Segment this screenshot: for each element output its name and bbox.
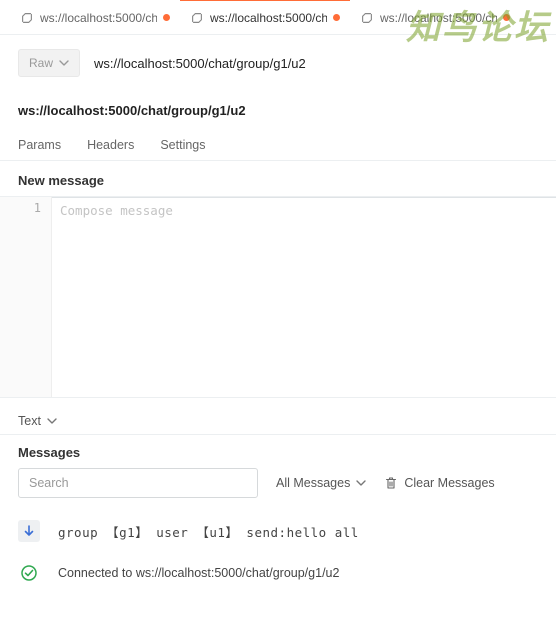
websocket-icon (190, 11, 204, 25)
chevron-down-icon (356, 478, 366, 488)
trash-icon (384, 476, 398, 490)
message-row[interactable]: Connected to ws://localhost:5000/chat/gr… (0, 552, 556, 594)
messages-title: Messages (0, 434, 556, 468)
request-bar: Raw ws://localhost:5000/chat/group/g1/u2 (0, 35, 556, 85)
filter-label: All Messages (276, 476, 350, 490)
url-display[interactable]: ws://localhost:5000/chat/group/g1/u2 (94, 56, 306, 71)
body-type-dropdown[interactable]: Text (18, 414, 57, 428)
chevron-down-icon (47, 416, 57, 426)
method-label: Raw (29, 56, 53, 70)
websocket-icon (20, 11, 34, 25)
tab-headers[interactable]: Headers (87, 138, 134, 160)
tab-ws-2[interactable]: ws://localhost:5000/ch (180, 0, 350, 34)
request-subtabs: Params Headers Settings (0, 128, 556, 161)
editor-placeholder: Compose message (60, 203, 173, 218)
tab-label: ws://localhost:5000/ch (40, 11, 157, 25)
clear-messages-button[interactable]: Clear Messages (384, 476, 494, 490)
dirty-dot-icon (503, 14, 510, 21)
editor-gutter: 1 (0, 197, 52, 397)
messages-toolbar: All Messages Clear Messages (0, 468, 556, 508)
search-input[interactable] (18, 468, 258, 498)
body-type-row: Text (0, 398, 556, 434)
messages-list: group 【g1】 user 【u1】 send:hello all Conn… (0, 508, 556, 604)
messages-search[interactable] (18, 468, 258, 498)
editor-body[interactable]: Compose message (52, 197, 556, 397)
tab-ws-1[interactable]: ws://localhost:5000/ch (10, 0, 180, 34)
method-dropdown[interactable]: Raw (18, 49, 80, 77)
line-number: 1 (0, 201, 41, 215)
tab-label: ws://localhost:5000/ch (210, 11, 327, 25)
tab-ws-3[interactable]: ws://localhost:5000/ch (350, 0, 520, 34)
message-row[interactable]: group 【g1】 user 【u1】 send:hello all (0, 510, 556, 552)
message-text: group 【g1】 user 【u1】 send:hello all (58, 522, 359, 541)
message-text: Connected to ws://localhost:5000/chat/gr… (58, 566, 339, 580)
messages-filter-dropdown[interactable]: All Messages (276, 476, 366, 490)
clear-label: Clear Messages (404, 476, 494, 490)
tab-bar: ws://localhost:5000/ch ws://localhost:50… (0, 0, 556, 35)
check-circle-icon (18, 562, 40, 584)
chevron-down-icon (59, 58, 69, 68)
dirty-dot-icon (163, 14, 170, 21)
dirty-dot-icon (333, 14, 340, 21)
arrow-down-icon (18, 520, 40, 542)
tab-settings[interactable]: Settings (160, 138, 205, 160)
tab-params[interactable]: Params (18, 138, 61, 160)
tab-label: ws://localhost:5000/ch (380, 11, 497, 25)
compose-editor[interactable]: 1 Compose message (0, 196, 556, 398)
body-type-label: Text (18, 414, 41, 428)
websocket-icon (360, 11, 374, 25)
compose-title: New message (0, 161, 556, 196)
request-title: ws://localhost:5000/chat/group/g1/u2 (0, 85, 556, 128)
